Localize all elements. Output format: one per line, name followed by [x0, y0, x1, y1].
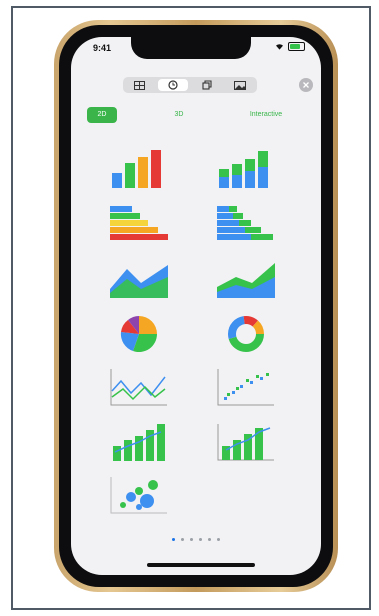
pie-chart-icon[interactable] — [119, 314, 159, 354]
stacked-bar-chart-icon[interactable] — [216, 149, 276, 189]
page-dot[interactable] — [199, 538, 202, 541]
segment-clock[interactable] — [158, 79, 189, 91]
segment-image[interactable] — [225, 79, 255, 91]
status-icons — [275, 42, 305, 51]
copy-icon — [202, 80, 212, 90]
phone-bezel: 9:41 2D 3D Interactive — [59, 25, 333, 587]
area-chart-icon[interactable] — [109, 259, 169, 299]
page-dot[interactable] — [181, 538, 184, 541]
phone-device: 9:41 2D 3D Interactive — [54, 20, 338, 592]
close-button[interactable] — [299, 78, 313, 92]
line-chart-icon[interactable] — [109, 367, 169, 407]
home-indicator[interactable] — [147, 563, 255, 567]
tab-2d[interactable]: 2D — [87, 107, 117, 123]
bubble-chart-icon[interactable] — [109, 475, 169, 515]
page-dot[interactable] — [217, 538, 220, 541]
battery-icon — [288, 42, 305, 51]
tab-3d[interactable]: 3D — [169, 107, 189, 123]
page-dot[interactable] — [208, 538, 211, 541]
clock-icon — [168, 80, 178, 90]
notch — [131, 37, 251, 59]
image-icon — [234, 80, 247, 90]
status-time: 9:41 — [93, 43, 112, 53]
horizontal-bar-chart-icon[interactable] — [109, 204, 169, 244]
donut-chart-icon[interactable] — [226, 314, 266, 354]
horizontal-stacked-bar-chart-icon[interactable] — [216, 204, 276, 244]
bar-chart-icon[interactable] — [109, 149, 169, 189]
page-dot[interactable] — [172, 538, 175, 541]
close-icon — [303, 82, 309, 88]
view-segmented-control — [123, 77, 257, 93]
table-icon — [134, 80, 146, 90]
chart-dimension-tabs: 2D 3D Interactive — [71, 107, 321, 125]
scatter-chart-icon[interactable] — [216, 367, 276, 407]
page-indicator[interactable] — [71, 538, 321, 541]
bar-line-combo-icon[interactable] — [109, 422, 169, 462]
tab-interactive[interactable]: Interactive — [241, 107, 291, 123]
phone-screen: 9:41 2D 3D Interactive — [71, 37, 321, 575]
stacked-area-chart-icon[interactable] — [216, 259, 276, 299]
bar-line-combo-grid-icon[interactable] — [216, 422, 276, 462]
segment-copy[interactable] — [192, 79, 222, 91]
segment-table[interactable] — [125, 79, 155, 91]
wifi-icon — [276, 44, 283, 50]
page-dot[interactable] — [190, 538, 193, 541]
